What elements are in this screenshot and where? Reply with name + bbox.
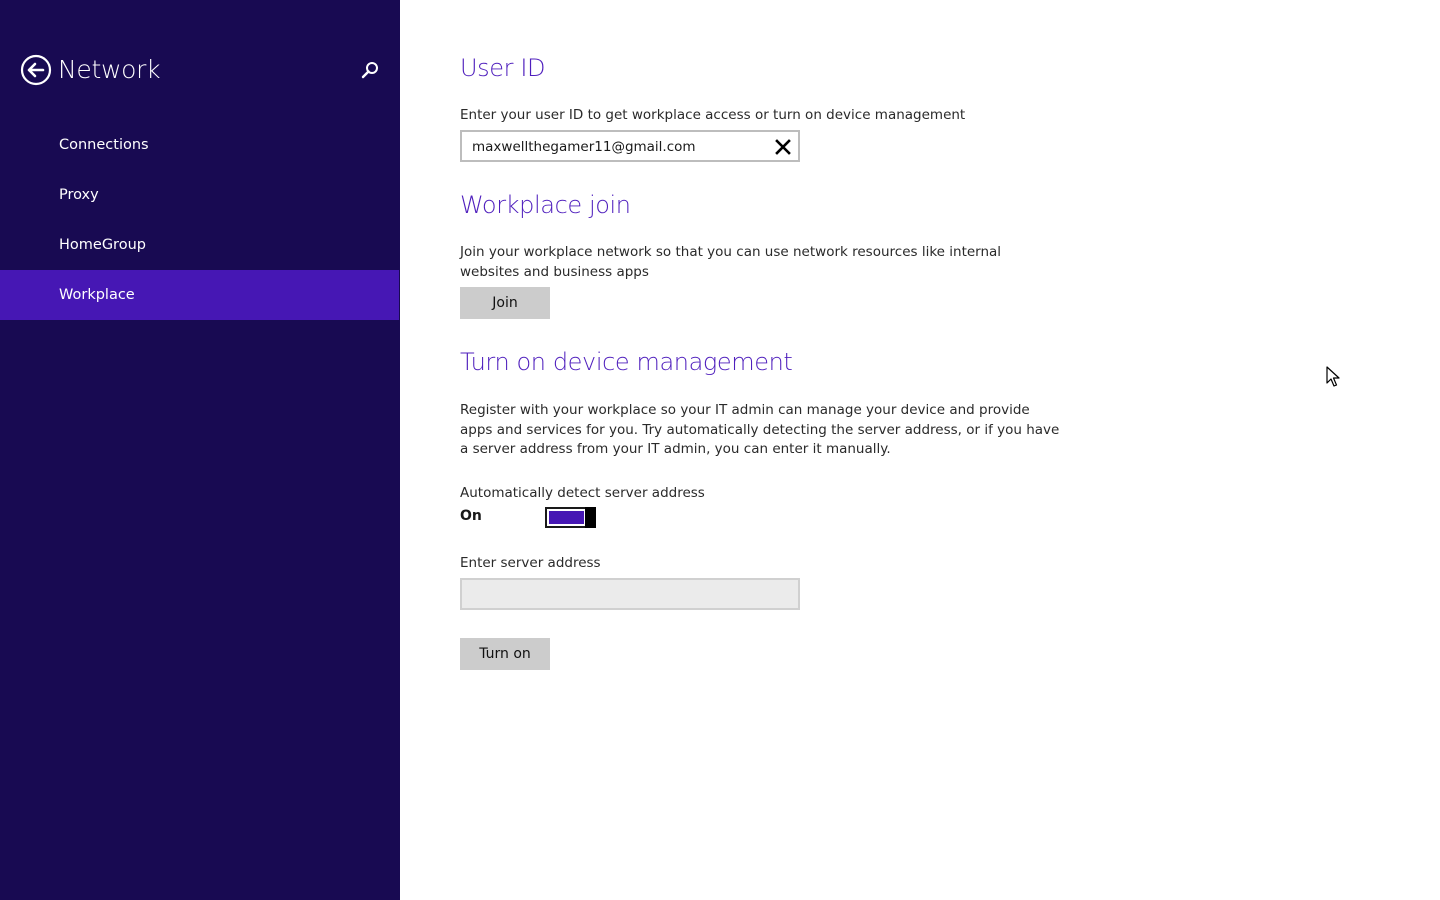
server-address-field xyxy=(460,578,800,610)
toggle-state-label: On xyxy=(460,508,482,524)
workplace-join-title: Workplace join xyxy=(460,191,631,219)
join-button[interactable]: Join xyxy=(460,287,550,319)
sidebar: Network Connections Proxy HomeGroup Work… xyxy=(0,0,400,900)
user-id-field xyxy=(460,130,800,162)
device-management-description: Register with your workplace so your IT … xyxy=(460,402,1060,457)
workplace-join-description: Join your workplace network so that you … xyxy=(460,244,1002,280)
server-address-label: Enter server address xyxy=(460,555,601,571)
server-address-input[interactable] xyxy=(472,584,772,606)
sidebar-item-proxy[interactable]: Proxy xyxy=(0,170,399,220)
toggle-thumb[interactable] xyxy=(585,507,596,528)
user-id-input[interactable] xyxy=(472,136,772,158)
auto-detect-toggle[interactable] xyxy=(545,507,596,528)
sidebar-item-homegroup[interactable]: HomeGroup xyxy=(0,220,399,270)
main-content: User ID Enter your user ID to get workpl… xyxy=(460,0,1160,900)
search-icon[interactable] xyxy=(360,60,380,80)
user-id-description: Enter your user ID to get workplace acce… xyxy=(460,107,966,123)
auto-detect-label: Automatically detect server address xyxy=(460,485,705,501)
sidebar-item-connections[interactable]: Connections xyxy=(0,120,399,170)
turn-on-button[interactable]: Turn on xyxy=(460,638,550,670)
device-management-title: Turn on device management xyxy=(460,348,793,376)
mouse-pointer-icon xyxy=(1326,366,1340,388)
close-icon[interactable] xyxy=(772,136,794,158)
sidebar-header: Network xyxy=(20,52,390,88)
toggle-fill xyxy=(549,511,584,524)
back-arrow-icon[interactable] xyxy=(20,54,52,86)
sidebar-item-workplace[interactable]: Workplace xyxy=(0,270,399,320)
page-title: Network xyxy=(58,55,161,84)
user-id-title: User ID xyxy=(460,54,546,82)
